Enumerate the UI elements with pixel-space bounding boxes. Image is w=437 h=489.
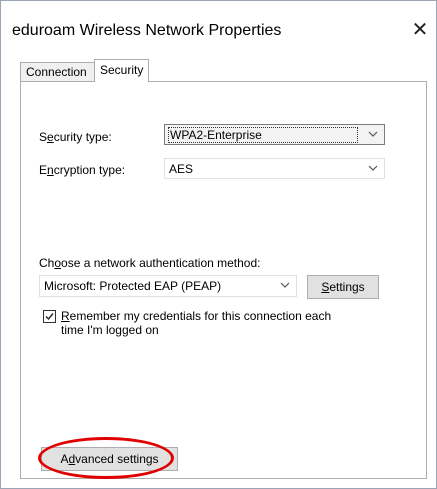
auth-method-select[interactable]: Microsoft: Protected EAP (PEAP) — [39, 275, 297, 297]
encryption-type-value: AES — [169, 162, 194, 176]
auth-method-value: Microsoft: Protected EAP (PEAP) — [44, 279, 222, 293]
properties-window: eduroam Wireless Network Properties ✕ Co… — [0, 0, 437, 489]
tab-connection-label: Connection — [26, 65, 87, 79]
security-type-value: WPA2-Enterprise — [168, 127, 358, 143]
window-title: eduroam Wireless Network Properties — [12, 22, 282, 39]
encryption-type-label: Encryption type: — [39, 163, 126, 177]
tab-security-label: Security — [100, 63, 144, 77]
auth-method-label: Choose a network authentication method: — [39, 256, 261, 270]
tab-security[interactable]: Security — [94, 59, 149, 82]
encryption-type-select[interactable]: AES — [164, 158, 385, 179]
settings-button[interactable]: Settings — [307, 275, 379, 299]
security-type-label: Security type: — [39, 130, 112, 144]
checkmark-icon — [45, 313, 54, 321]
title-bar: eduroam Wireless Network Properties ✕ — [1, 1, 436, 49]
tab-connection[interactable]: Connection — [20, 62, 95, 81]
security-type-select[interactable]: WPA2-Enterprise — [164, 124, 385, 145]
security-tab-panel: Security type: WPA2-Enterprise Encryptio… — [20, 81, 427, 479]
chevron-down-icon — [280, 282, 290, 288]
close-icon: ✕ — [411, 19, 429, 41]
remember-credentials-label[interactable]: Remember my credentials for this connect… — [61, 309, 331, 337]
chevron-down-icon — [368, 165, 378, 171]
chevron-down-icon — [368, 131, 378, 137]
advanced-settings-button[interactable]: Advanced settings — [41, 447, 178, 471]
remember-credentials-checkbox[interactable] — [43, 310, 56, 323]
close-button[interactable]: ✕ — [405, 15, 435, 45]
